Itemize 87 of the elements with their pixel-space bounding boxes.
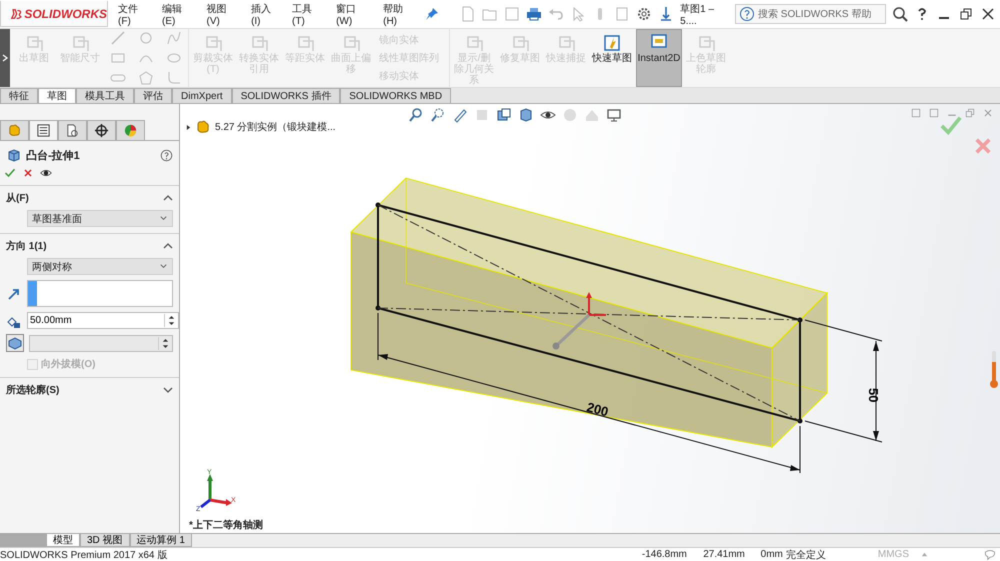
command-tab[interactable]: 草图 xyxy=(38,88,76,103)
checkmark-icon[interactable] xyxy=(4,167,16,179)
selection-box[interactable] xyxy=(27,280,173,307)
help-icon[interactable] xyxy=(160,148,173,162)
chevron-icon[interactable] xyxy=(163,385,173,395)
menu-item[interactable]: 文件(F) xyxy=(118,2,148,26)
panel-left-icon[interactable] xyxy=(910,107,922,119)
view-label: *上下二等角轴测 xyxy=(189,518,263,532)
app-logo[interactable]: SOLIDWORKS xyxy=(0,1,108,27)
help-icon xyxy=(739,6,756,22)
depth-field[interactable]: 50.00mm xyxy=(28,315,164,326)
panel-tab[interactable] xyxy=(58,120,87,140)
status-text: SOLIDWORKS Premium 2017 x64 版 xyxy=(0,548,168,561)
ribbon-button[interactable]: Instant2D xyxy=(636,29,682,87)
command-tab[interactable]: DimXpert xyxy=(172,88,232,103)
crosshair-icon xyxy=(94,123,109,138)
section-title: 方向 1(1) xyxy=(6,239,47,253)
new-document-icon[interactable] xyxy=(460,6,476,22)
model-tab[interactable]: 3D 视图 xyxy=(80,534,130,547)
menu-item[interactable]: 帮助(H) xyxy=(383,2,414,26)
menu-item[interactable]: 插入(I) xyxy=(251,2,278,26)
start-condition-dropdown[interactable]: 草图基准面 xyxy=(27,210,173,227)
feature-icon xyxy=(7,123,22,138)
tool-icon xyxy=(602,33,622,53)
command-tab[interactable]: 特征 xyxy=(0,88,38,103)
depth-spinbox[interactable]: 50.00mm xyxy=(27,312,179,329)
color-wheel-icon xyxy=(123,123,138,138)
dimension-value[interactable]: 50 xyxy=(866,388,881,402)
command-tab[interactable]: SOLIDWORKS MBD xyxy=(340,88,452,103)
solid-icon[interactable] xyxy=(6,334,24,352)
window-title: 草图1 – 5.... xyxy=(680,2,716,26)
menu-item[interactable]: 窗口(W) xyxy=(336,2,370,26)
thermometer-icon xyxy=(989,350,999,390)
list-icon xyxy=(36,123,51,138)
sketch-status: 完全定义 xyxy=(784,548,827,561)
command-tab[interactable]: 评估 xyxy=(134,88,172,103)
coordinate-x: -146.8mm xyxy=(640,549,687,560)
extrude-icon xyxy=(6,147,22,163)
model-tab[interactable]: 模型 xyxy=(46,534,80,547)
chevron-icon xyxy=(1,54,9,62)
panel-tab[interactable] xyxy=(29,120,58,140)
section-title: 所选轮廓(S) xyxy=(6,384,60,397)
caret-icon xyxy=(159,214,168,223)
search-icon[interactable] xyxy=(892,6,908,22)
dimension-value[interactable]: 200 xyxy=(585,399,610,420)
caret-icon xyxy=(159,262,168,271)
number-field[interactable] xyxy=(29,334,173,352)
chevron-icon[interactable] xyxy=(163,241,173,251)
origin-marker xyxy=(552,292,606,350)
pencil-icon[interactable] xyxy=(452,107,468,123)
caret-icon[interactable] xyxy=(921,551,928,558)
feature-title: 凸台-拉伸1 xyxy=(26,148,80,162)
monitor-icon[interactable] xyxy=(606,107,622,123)
zoom-icon[interactable] xyxy=(408,107,424,123)
cube-icon[interactable] xyxy=(518,107,534,123)
close-icon[interactable] xyxy=(980,6,996,22)
eye-icon[interactable] xyxy=(40,167,52,179)
chat-bubble-icon[interactable] xyxy=(984,548,996,560)
ribbon-expander[interactable] xyxy=(0,29,10,87)
part-icon xyxy=(195,119,211,135)
search-field[interactable]: 搜索 SOLIDWORKS 帮助 xyxy=(758,8,882,20)
section-title: 从(F) xyxy=(6,192,29,205)
checkmark-icon[interactable] xyxy=(940,114,962,136)
ribbon-button[interactable]: 快速草图 xyxy=(590,29,634,87)
model-tab[interactable]: 运动算例 1 xyxy=(130,534,192,547)
search-box[interactable]: 搜索 SOLIDWORKS 帮助 xyxy=(735,4,886,24)
end-condition-dropdown[interactable]: 两侧对称 xyxy=(27,258,173,275)
tree-item[interactable]: 5.27 分割实例（锻块建模... xyxy=(215,120,336,134)
print-icon[interactable] xyxy=(526,6,542,22)
menu-item[interactable]: 工具(T) xyxy=(292,2,322,26)
zoom-area-icon[interactable] xyxy=(430,107,446,123)
expand-arrow-icon[interactable] xyxy=(186,124,191,130)
settings-icon[interactable] xyxy=(636,6,652,22)
view-orientation-icon[interactable] xyxy=(496,107,512,123)
menu-item[interactable]: 编辑(E) xyxy=(162,2,193,26)
command-tab[interactable]: SOLIDWORKS 插件 xyxy=(232,88,340,103)
chevron-icon[interactable] xyxy=(163,193,173,203)
panel-right-icon[interactable] xyxy=(928,107,940,119)
pin-icon[interactable] xyxy=(424,6,440,22)
menu-item[interactable]: 视图(V) xyxy=(206,2,238,26)
undo-icon[interactable] xyxy=(548,6,564,22)
configuration-icon xyxy=(65,123,80,138)
restore-icon[interactable] xyxy=(958,6,974,22)
command-tab[interactable]: 模具工具 xyxy=(76,88,134,103)
coordinate-y: 27.41mm xyxy=(702,549,745,560)
coordinate-z: 0mm xyxy=(760,549,783,560)
panel-tab[interactable] xyxy=(87,120,116,140)
